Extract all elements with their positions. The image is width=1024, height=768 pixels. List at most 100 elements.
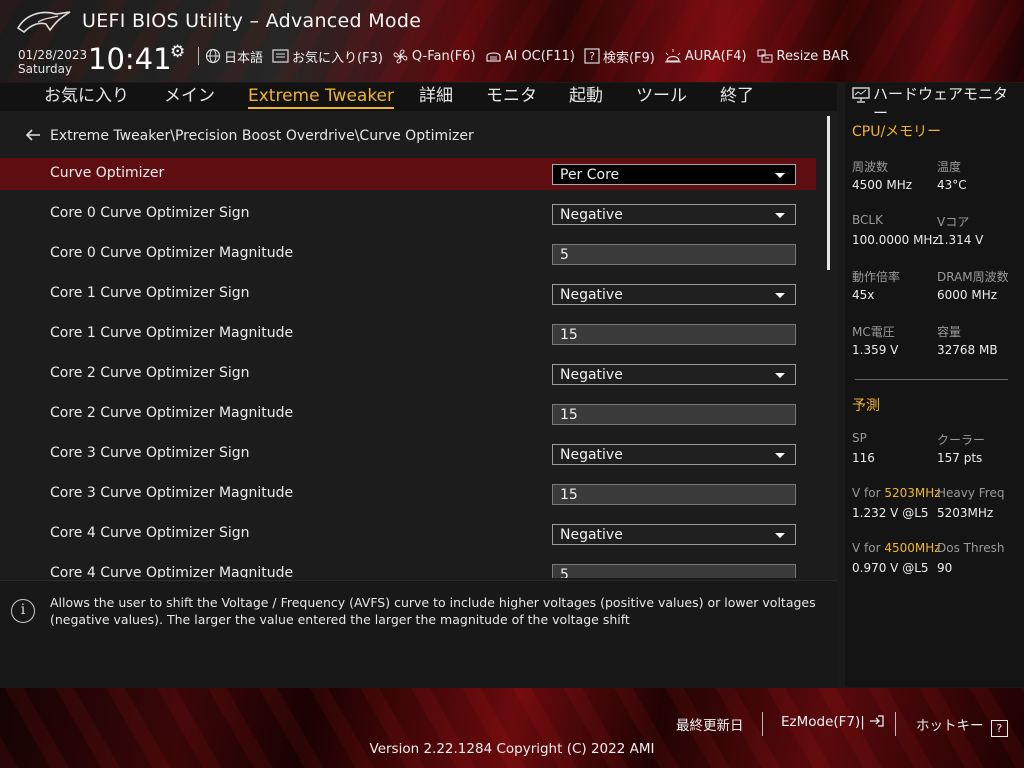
setting-row-core1-magnitude[interactable]: Core 1 Curve Optimizer Magnitude 15	[0, 318, 816, 350]
settings-list: Curve Optimizer Per Core Core 0 Curve Op…	[0, 158, 837, 578]
setting-label: Core 0 Curve Optimizer Sign	[50, 205, 250, 221]
tab-exit[interactable]: 終了	[720, 83, 754, 111]
aura-label: AURA(F4)	[684, 48, 747, 64]
tab-boot[interactable]: 起動	[569, 83, 603, 111]
ai-oc-button[interactable]: AI OC(F11)	[485, 49, 575, 64]
core0-sign-select[interactable]: Negative	[552, 204, 796, 225]
top-toolbar: 日本語 お気に入り(F3) Q-Fan(F6) AI OC(F11) ? 検索(…	[198, 46, 858, 66]
ai-oc-icon	[485, 51, 501, 62]
core1-sign-select[interactable]: Negative	[552, 284, 796, 305]
setting-label: Core 4 Curve Optimizer Sign	[50, 525, 250, 541]
hw-value-frequency: 4500 MHz	[852, 178, 913, 192]
tab-tool[interactable]: ツール	[636, 83, 687, 111]
resize-bar-icon	[756, 49, 773, 63]
core2-magnitude-input[interactable]: 15	[552, 404, 796, 425]
language-label: 日本語	[224, 50, 264, 66]
setting-row-core1-sign[interactable]: Core 1 Curve Optimizer Sign Negative	[0, 278, 816, 310]
v-for-freq-1: 5203MHz	[884, 486, 941, 500]
ezmode-button[interactable]: EzMode(F7)|	[781, 714, 885, 730]
setting-row-curve-optimizer[interactable]: Curve Optimizer Per Core	[0, 158, 816, 190]
core3-sign-select[interactable]: Negative	[552, 444, 796, 465]
setting-row-core3-magnitude[interactable]: Core 3 Curve Optimizer Magnitude 15	[0, 478, 816, 510]
language-button[interactable]: 日本語	[205, 47, 263, 66]
favorites-button[interactable]: お気に入り(F3)	[272, 47, 383, 66]
cpu-memory-heading: CPU/メモリー	[852, 124, 942, 140]
tab-main[interactable]: メイン	[164, 83, 215, 111]
hw-value-mc-voltage: 1.359 V	[852, 343, 899, 357]
footer-divider	[762, 712, 763, 736]
hotkeys-help-icon: ?	[990, 720, 1008, 737]
hw-value-temperature: 43°C	[937, 178, 967, 192]
toolbar-divider	[198, 47, 199, 65]
last-modified-button[interactable]: 最終更新日	[676, 714, 744, 734]
dropdown-caret-icon	[775, 293, 785, 298]
setting-row-core4-sign[interactable]: Core 4 Curve Optimizer Sign Negative	[0, 518, 816, 550]
app-title: UEFI BIOS Utility – Advanced Mode	[82, 10, 422, 32]
hw-label-ratio: 動作倍率	[852, 270, 901, 284]
fan-icon	[393, 49, 408, 63]
day-text: Saturday	[18, 62, 73, 76]
monitor-icon	[852, 87, 870, 103]
core4-magnitude-input[interactable]: 5	[552, 564, 796, 578]
setting-label: Curve Optimizer	[50, 165, 165, 181]
setting-row-core0-magnitude[interactable]: Core 0 Curve Optimizer Magnitude 5	[0, 238, 816, 270]
select-value: Negative	[560, 287, 623, 303]
hw-label-temperature: 温度	[937, 160, 962, 174]
core4-sign-select[interactable]: Negative	[552, 524, 796, 545]
hardware-monitor-title: ハードウェアモニター	[873, 85, 1009, 122]
dropdown-caret-icon	[775, 173, 785, 178]
hw-label-bclk: BCLK	[852, 213, 883, 227]
date-text: 01/28/2023	[18, 48, 88, 62]
breadcrumb: Extreme Tweaker\Precision Boost Overdriv…	[50, 128, 474, 144]
tab-advanced[interactable]: 詳細	[419, 83, 453, 111]
core3-magnitude-input[interactable]: 15	[552, 484, 796, 505]
setting-row-core0-sign[interactable]: Core 0 Curve Optimizer Sign Negative	[0, 198, 816, 230]
gear-icon[interactable]: ⚙	[170, 42, 185, 62]
setting-label: Core 2 Curve Optimizer Sign	[50, 365, 250, 381]
favorites-label: お気に入り(F3)	[292, 50, 383, 66]
rog-logo-icon	[16, 11, 71, 34]
hw-label-dram-frequency: DRAM周波数	[937, 270, 1009, 284]
hw-label-cooler: クーラー	[937, 433, 986, 447]
hw-label-frequency: 周波数	[852, 160, 889, 174]
qfan-button[interactable]: Q-Fan(F6)	[392, 48, 476, 65]
help-text: Allows the user to shift the Voltage / F…	[50, 595, 816, 627]
setting-row-core2-sign[interactable]: Core 2 Curve Optimizer Sign Negative	[0, 358, 816, 390]
hw-value-dram-frequency: 6000 MHz	[937, 288, 998, 302]
setting-label: Core 3 Curve Optimizer Sign	[50, 445, 250, 461]
select-value: Negative	[560, 527, 623, 543]
hw-value-v-for-2: 0.970 V @L5	[852, 561, 929, 575]
hw-label-v-for-1: V for 5203MHz	[852, 486, 941, 500]
ezmode-label: EzMode(F7)|	[781, 714, 865, 730]
core1-magnitude-input[interactable]: 15	[552, 324, 796, 345]
setting-row-core3-sign[interactable]: Core 3 Curve Optimizer Sign Negative	[0, 438, 816, 470]
setting-row-core2-magnitude[interactable]: Core 2 Curve Optimizer Magnitude 15	[0, 398, 816, 430]
aura-icon	[664, 49, 681, 63]
curve-optimizer-select[interactable]: Per Core	[552, 164, 796, 185]
hw-label-capacity: 容量	[937, 325, 962, 339]
select-value: Negative	[560, 207, 623, 223]
v-for-prefix: V for	[852, 541, 885, 555]
core2-sign-select[interactable]: Negative	[552, 364, 796, 385]
aura-button[interactable]: AURA(F4)	[664, 48, 747, 64]
search-button[interactable]: ? 検索(F9)	[584, 47, 655, 66]
core0-magnitude-input[interactable]: 5	[552, 244, 796, 265]
hw-label-sp: SP	[852, 431, 867, 445]
hw-value-capacity: 32768 MB	[937, 343, 998, 357]
setting-label: Core 3 Curve Optimizer Magnitude	[50, 485, 294, 501]
globe-icon	[205, 48, 221, 64]
hw-value-ratio: 45x	[852, 288, 875, 302]
tab-monitor[interactable]: モニタ	[486, 83, 537, 111]
ai-oc-label: AI OC(F11)	[504, 48, 575, 64]
dropdown-caret-icon	[775, 213, 785, 218]
back-arrow-icon[interactable]	[24, 127, 42, 143]
hotkeys-button[interactable]: ホットキー ?	[916, 714, 1008, 737]
hw-label-vcore: Vコア	[937, 215, 970, 229]
hw-value-bclk: 100.0000 MHz	[852, 233, 939, 247]
setting-row-core4-magnitude[interactable]: Core 4 Curve Optimizer Magnitude 5	[0, 558, 816, 578]
v-for-freq-2: 4500MHz	[884, 541, 941, 555]
resize-bar-button[interactable]: Resize BAR	[756, 48, 850, 64]
resize-bar-label: Resize BAR	[776, 48, 850, 64]
tab-extreme-tweaker[interactable]: Extreme Tweaker	[248, 83, 395, 109]
tab-favorites[interactable]: お気に入り	[44, 83, 129, 111]
